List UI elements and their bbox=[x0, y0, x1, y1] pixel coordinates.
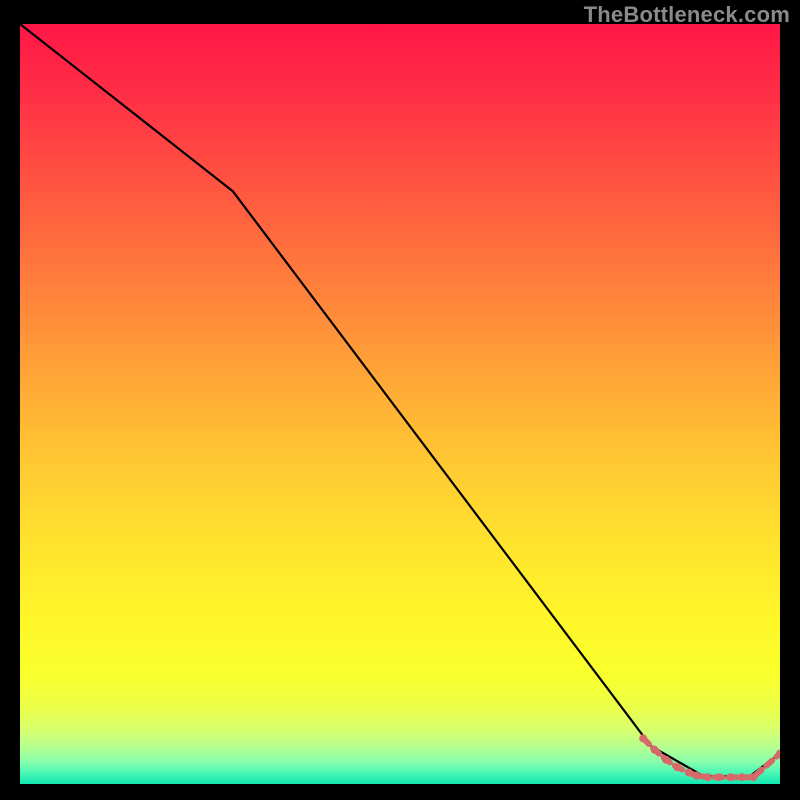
chart-svg bbox=[20, 24, 780, 784]
marker-cluster bbox=[639, 734, 780, 781]
marker-dot bbox=[749, 773, 757, 781]
marker-dot bbox=[662, 756, 670, 764]
marker-dot bbox=[651, 746, 659, 754]
marker-dot bbox=[673, 763, 681, 771]
marker-dot bbox=[639, 734, 647, 742]
chart-plot-area bbox=[20, 24, 780, 784]
curve-line bbox=[20, 24, 780, 776]
marker-dot bbox=[704, 773, 712, 781]
chart-frame: TheBottleneck.com bbox=[0, 0, 800, 800]
marker-dot bbox=[738, 773, 746, 781]
marker-dot bbox=[715, 773, 723, 781]
marker-dot bbox=[692, 772, 700, 780]
marker-dot bbox=[727, 773, 735, 781]
marker-dot bbox=[685, 769, 693, 777]
